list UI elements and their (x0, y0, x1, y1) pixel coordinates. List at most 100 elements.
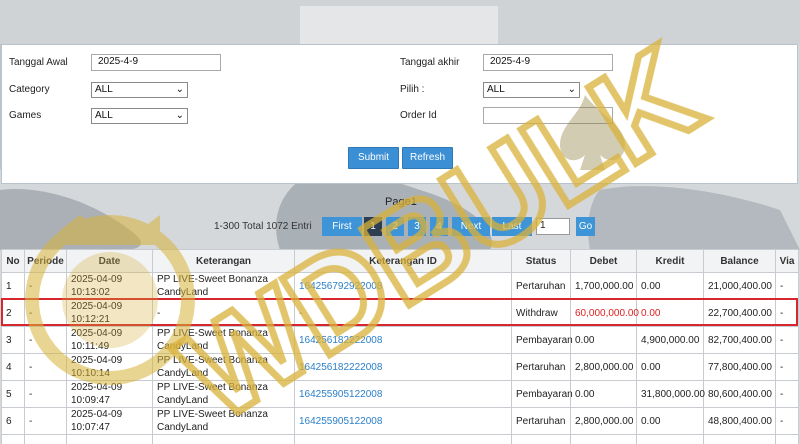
next-page-button[interactable]: Next (452, 217, 490, 236)
cell-status: Pertaruhan (511, 407, 571, 435)
column-header-keterangan-id: Keterangan ID (294, 249, 512, 273)
cell-via: - (775, 353, 799, 381)
cell-date: 2025-04-09 10:11:49 (66, 326, 153, 354)
cell-periode: - (24, 407, 67, 435)
cell-kredit: 0.00 (636, 299, 704, 327)
cell-keterangan-id: - (294, 299, 512, 327)
cell-via: - (775, 326, 799, 354)
chevron-down-icon: ⌄ (567, 84, 576, 95)
cell-balance (703, 434, 776, 444)
table-row-partial: 2025-04-09 PP LIVE-Sweet Bonanza (1, 434, 799, 444)
submit-button[interactable]: Submit (348, 147, 399, 169)
column-header-via: Via (775, 249, 799, 273)
table-row: 3 - 2025-04-09 10:11:49 PP LIVE-Sweet Bo… (1, 326, 799, 354)
filter-form: Tanggal Awal 2025-4-9 Tanggal akhir 2025… (1, 44, 798, 184)
cell-keterangan: PP LIVE-Sweet Bonanza CandyLand (152, 353, 295, 381)
order-id-input[interactable] (483, 107, 613, 124)
tanggal-akhir-label: Tanggal akhir (400, 57, 460, 68)
cell-via (775, 434, 799, 444)
cell-keterangan-id-link[interactable]: 164255905122008 (294, 380, 512, 408)
cell-balance: 22,700,400.00 (703, 299, 776, 327)
page-1-button[interactable]: 1 (364, 217, 382, 236)
column-header-status: Status (511, 249, 571, 273)
cell-via: - (775, 272, 799, 300)
games-select-value: ALL (95, 110, 113, 121)
pilih-select[interactable]: ALL ⌄ (483, 82, 580, 98)
cell-keterangan: PP LIVE-Sweet Bonanza (152, 434, 295, 444)
cell-kredit: 31,800,000.00 (636, 380, 705, 408)
cell-date: 2025-04-09 (66, 434, 153, 444)
cell-status: Pembayaran (511, 326, 573, 354)
order-id-label: Order Id (400, 110, 437, 121)
cell-kredit (636, 434, 704, 444)
cell-no: 2 (1, 299, 25, 327)
cell-keterangan: PP LIVE-Sweet Bonanza CandyLand (152, 326, 295, 354)
refresh-button[interactable]: Refresh (402, 147, 453, 169)
cell-balance: 48,800,400.00 (703, 407, 776, 435)
cell-periode: - (24, 326, 67, 354)
column-header-periode: Periode (24, 249, 67, 273)
cell-keterangan: PP LIVE-Sweet Bonanza CandyLand (152, 380, 295, 408)
pilih-label: Pilih : (400, 84, 425, 95)
cell-kredit: 4,900,000.00 (636, 326, 704, 354)
cell-no: 6 (1, 407, 25, 435)
page-3-button[interactable]: 3 (408, 217, 426, 236)
go-button[interactable]: Go (576, 217, 595, 236)
games-select[interactable]: ALL ⌄ (91, 108, 188, 124)
last-page-button[interactable]: Last (492, 217, 532, 236)
cell-debet: 2,800,000.00 (570, 353, 637, 381)
cell-date: 2025-04-09 10:12:21 (66, 299, 153, 327)
category-label: Category (9, 84, 50, 95)
cell-balance: 77,800,400.00 (703, 353, 776, 381)
cell-via: - (775, 407, 799, 435)
cell-periode: - (24, 272, 67, 300)
cell-debet: 0.00 (570, 326, 637, 354)
cell-keterangan-id-link[interactable]: 164256182222008 (294, 353, 512, 381)
cell-keterangan: PP LIVE-Sweet Bonanza CandyLand (152, 272, 295, 300)
total-entries-label: 1-300 Total 1072 Entri (214, 221, 312, 232)
cell-periode: - (24, 353, 67, 381)
cell-via: - (775, 299, 799, 327)
tanggal-awal-input[interactable]: 2025-4-9 (91, 54, 221, 71)
chevron-down-icon: ⌄ (175, 110, 184, 121)
goto-page-input[interactable]: 1 (536, 218, 570, 235)
page-4-button[interactable]: 4 (430, 217, 448, 236)
table-row: 5 - 2025-04-09 10:09:47 PP LIVE-Sweet Bo… (1, 380, 799, 408)
cell-status: Pertaruhan (511, 272, 571, 300)
cell-kredit: 0.00 (636, 353, 704, 381)
page-2-button[interactable]: 2 (386, 217, 404, 236)
cell-no: 5 (1, 380, 25, 408)
cell-keterangan-id (294, 434, 512, 444)
column-header-debet: Debet (570, 249, 637, 273)
cell-debet (570, 434, 637, 444)
cell-via: - (775, 380, 799, 408)
cell-debet: 2,800,000.00 (570, 407, 637, 435)
transaction-table: No Periode Date Keterangan Keterangan ID… (1, 249, 799, 444)
cell-periode: - (24, 299, 67, 327)
table-row: 4 - 2025-04-09 10:10:14 PP LIVE-Sweet Bo… (1, 353, 799, 381)
cell-date: 2025-04-09 10:09:47 (66, 380, 153, 408)
cell-keterangan-id-link[interactable]: 164256792922008 (294, 272, 512, 300)
cell-debet: 1,700,000.00 (570, 272, 637, 300)
cell-date: 2025-04-09 10:13:02 (66, 272, 153, 300)
column-header-balance: Balance (703, 249, 776, 273)
cell-keterangan-id-link[interactable]: 164256182222008 (294, 326, 512, 354)
first-page-button[interactable]: First (322, 217, 362, 236)
table-header-row: No Periode Date Keterangan Keterangan ID… (1, 249, 799, 273)
cell-keterangan-id-link[interactable]: 164255905122008 (294, 407, 512, 435)
tanggal-akhir-input[interactable]: 2025-4-9 (483, 54, 613, 71)
cell-debet: 0.00 (570, 380, 637, 408)
cell-periode (24, 434, 67, 444)
category-select-value: ALL (95, 84, 113, 95)
cell-no: 4 (1, 353, 25, 381)
cell-no: 1 (1, 272, 25, 300)
cell-keterangan: PP LIVE-Sweet Bonanza CandyLand (152, 407, 295, 435)
cell-balance: 82,700,400.00 (703, 326, 776, 354)
cell-date: 2025-04-09 10:10:14 (66, 353, 153, 381)
tanggal-awal-label: Tanggal Awal (9, 57, 68, 68)
category-select[interactable]: ALL ⌄ (91, 82, 188, 98)
cell-status: Withdraw (511, 299, 571, 327)
table-row: 6 - 2025-04-09 10:07:47 PP LIVE-Sweet Bo… (1, 407, 799, 435)
pilih-select-value: ALL (487, 84, 505, 95)
table-row-highlighted: 2 - 2025-04-09 10:12:21 - - Withdraw 60,… (1, 299, 799, 327)
